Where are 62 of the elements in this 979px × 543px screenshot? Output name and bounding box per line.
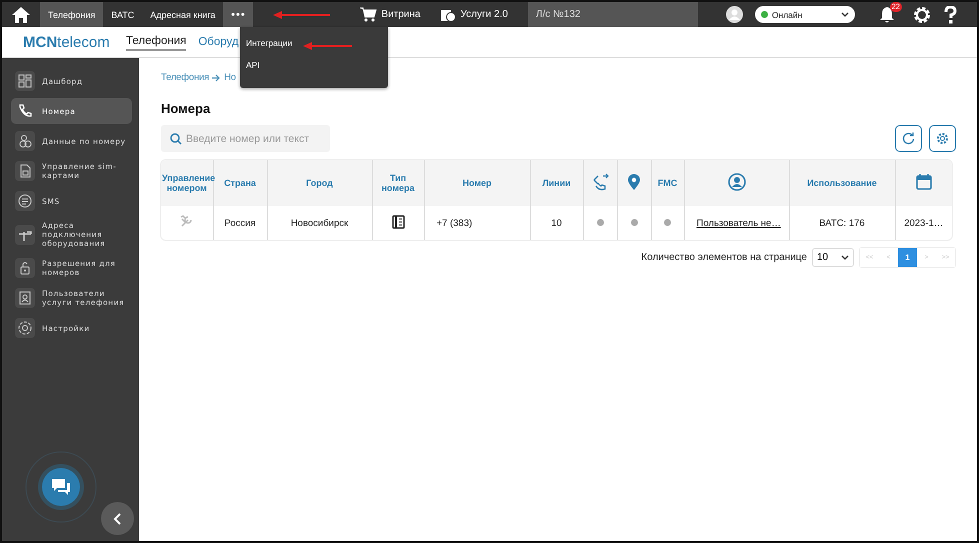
page-size-select[interactable]: 10: [812, 248, 854, 267]
avatar-icon[interactable]: [726, 6, 743, 23]
page-size-label: Количество элементов на странице: [641, 252, 807, 263]
nav-tab[interactable]: Адресная книга: [142, 2, 224, 27]
chevron-left-icon: [112, 512, 122, 524]
signpost-icon: [15, 224, 35, 244]
dashboard-icon: [15, 71, 35, 91]
menu-item[interactable]: Интеграции: [240, 38, 388, 48]
circles-icon: [15, 131, 35, 151]
home-icon[interactable]: [11, 6, 31, 24]
collapse-button[interactable]: [101, 502, 134, 535]
column-header: Линии: [530, 160, 583, 206]
table-cell: 2023-1…: [895, 206, 952, 240]
annotation-arrow: [272, 10, 332, 20]
arrow-right-icon: [212, 74, 222, 82]
cart-icon: [360, 7, 378, 22]
table-cell: 10: [530, 206, 583, 240]
column-header: Управление номером: [161, 160, 213, 206]
desk-phone-icon: [392, 214, 404, 228]
chevron-down-icon: [840, 12, 849, 18]
calendar-icon: [914, 172, 934, 192]
message-icon: [15, 191, 35, 211]
more-button[interactable]: •••: [223, 2, 254, 27]
table-cell: Россия: [213, 206, 267, 240]
account-field[interactable]: Л/с №132: [528, 2, 698, 27]
refresh-button[interactable]: [895, 125, 922, 152]
lock-icon: [15, 258, 35, 278]
section-tab[interactable]: Оборуд: [198, 34, 239, 50]
annotation-arrow: [302, 41, 354, 51]
user-icon: [726, 172, 746, 192]
page-title: Номера: [161, 101, 212, 116]
column-header: FMC: [651, 160, 684, 206]
section-tab[interactable]: Телефония: [126, 33, 186, 51]
refresh-icon: [902, 132, 915, 145]
nav-tab[interactable]: ВАТС: [103, 2, 142, 27]
logo: MCNtelecom: [23, 34, 111, 50]
table-cell: Новосибирск: [267, 206, 372, 240]
settings-button[interactable]: [929, 125, 956, 152]
nav-tab[interactable]: Телефония: [40, 2, 104, 27]
menu-item[interactable]: API: [240, 60, 388, 70]
column-header: Использование: [789, 160, 895, 206]
search-field[interactable]: Введите номер или текст: [161, 125, 330, 152]
column-header: Тип номера: [372, 160, 424, 206]
services-link[interactable]: Услуги 2.0: [440, 7, 508, 22]
breadcrumb-link[interactable]: Телефония: [161, 72, 210, 83]
column-header: Город: [267, 160, 372, 206]
gear-icon: [936, 132, 949, 145]
package-icon: [440, 7, 456, 22]
table-cell: ВАТС: 176: [789, 206, 895, 240]
settings-icon[interactable]: [912, 6, 931, 24]
storefront-link[interactable]: Витрина: [360, 7, 420, 22]
table-cell: +7 (383): [424, 206, 530, 240]
search-icon: [170, 133, 182, 145]
status-select[interactable]: Онлайн: [754, 6, 855, 23]
user-link[interactable]: Пользователь не…: [696, 218, 781, 228]
help-icon[interactable]: [942, 6, 957, 24]
chevron-down-icon: [841, 254, 849, 260]
settings-icon: [15, 318, 35, 338]
sim-card-icon: [15, 161, 35, 181]
column-header: Номер: [424, 160, 530, 206]
breadcrumb-current: Но: [224, 72, 236, 83]
contact-card-icon: [15, 288, 35, 308]
